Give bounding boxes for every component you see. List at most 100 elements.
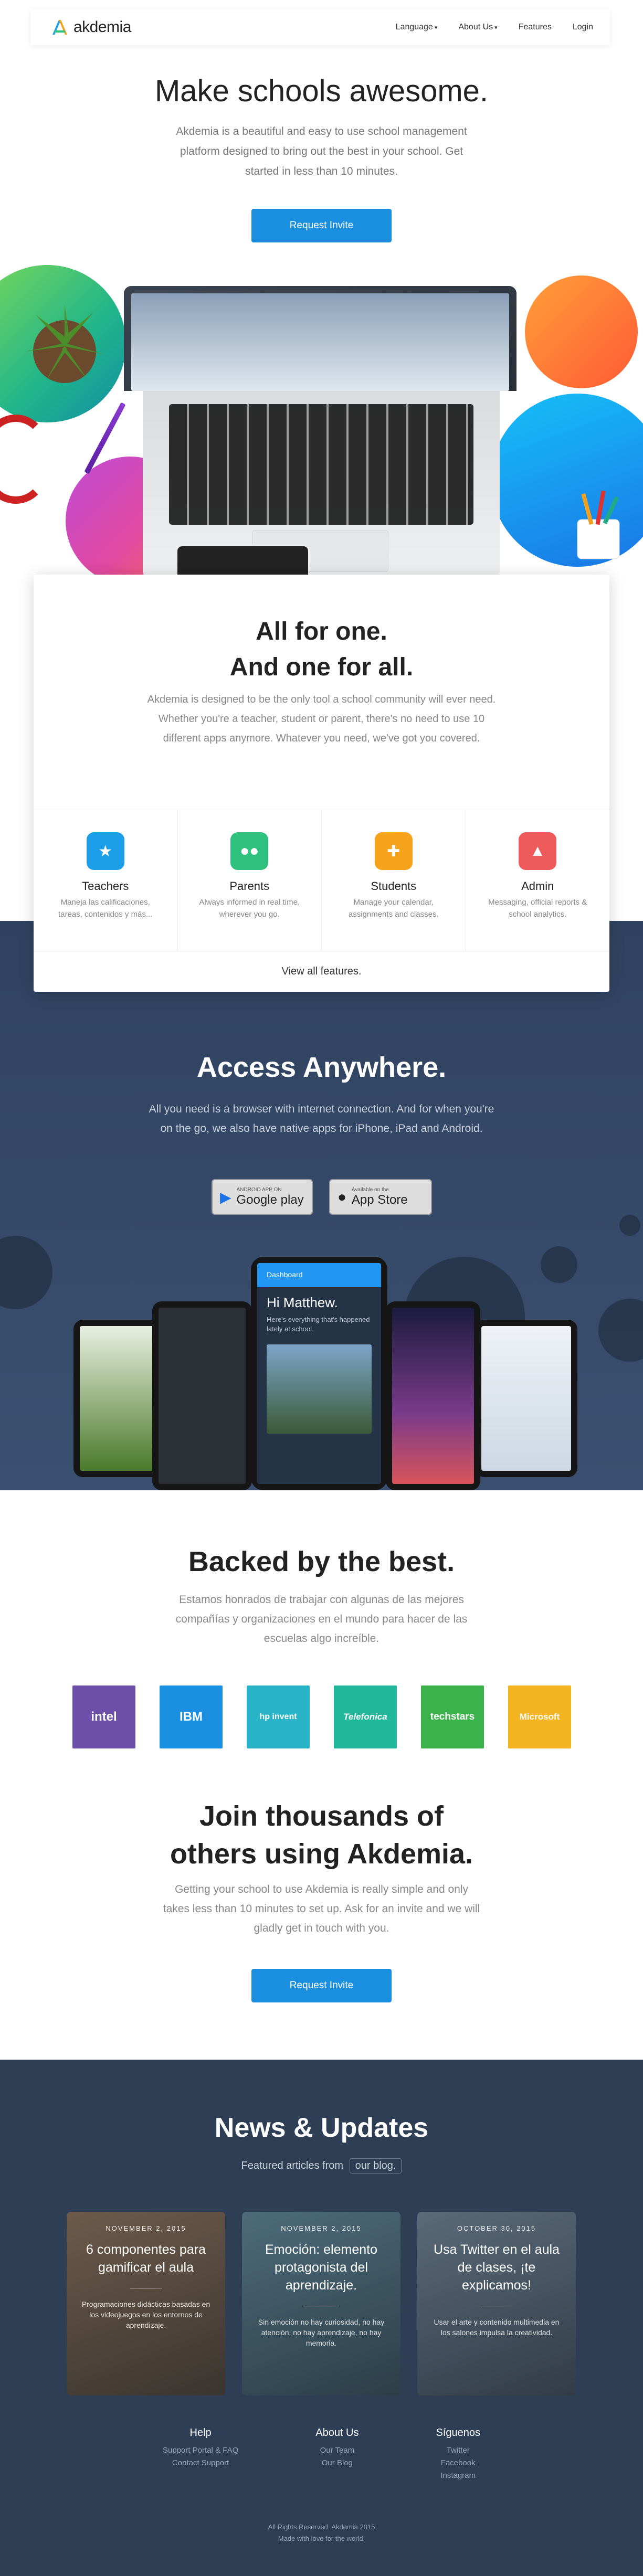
google-play-text: ANDROID APP ON Google play: [237, 1187, 304, 1207]
news-card[interactable]: NOVEMBER 2, 2015 Emoción: elemento prota…: [242, 2212, 400, 2395]
nav-about-us[interactable]: About Us ▾: [458, 23, 497, 32]
request-invite-button[interactable]: Request Invite: [251, 209, 392, 242]
chevron-down-icon: ▾: [494, 25, 498, 31]
footer-col-title: Help: [189, 2427, 212, 2439]
feature-title: Teachers: [82, 879, 129, 893]
microsoft-logo: Microsoft: [508, 1685, 571, 1748]
access-anywhere-section: Access Anywhere. All you need is a brows…: [0, 921, 643, 1490]
nav-login[interactable]: Login: [573, 23, 593, 32]
phone-left-screen: [159, 1308, 246, 1484]
join-line-1: Join thousands of: [199, 1800, 444, 1832]
play-icon: ▶: [220, 1189, 231, 1205]
admin-icon: ▲: [519, 832, 557, 870]
nav-features[interactable]: Features: [519, 23, 552, 32]
laptop-screen-mockup: [124, 286, 516, 391]
brand-logo[interactable]: akdemia: [50, 18, 131, 37]
headphones-icon: [0, 415, 47, 504]
phone-right-screen: [392, 1308, 474, 1484]
backed-subtitle: Estamos honrados de trabajar con algunas…: [175, 1594, 468, 1645]
news-excerpt: Usar el arte y contenido multimedia en l…: [434, 2318, 560, 2337]
footer-link[interactable]: Our Blog: [315, 2457, 359, 2469]
footer-link[interactable]: Contact Support: [163, 2457, 238, 2469]
request-invite-button-2[interactable]: Request Invite: [251, 1969, 392, 2002]
hero-title: Make schools awesome.: [154, 74, 489, 108]
phone-center-mockup: Dashboard Hi Matthew. Here's everything …: [251, 1257, 387, 1490]
footer-social: Síguenos Twitter Facebook Instagram: [436, 2427, 480, 2482]
google-play-big: Google play: [236, 1192, 304, 1207]
backed-title: Backed by the best.: [188, 1546, 455, 1577]
copyright-text: All Rights Reserved, Akdemia 2015: [268, 2523, 375, 2531]
feature-desc: Messaging, official reports & school ana…: [488, 898, 587, 919]
footer-link[interactable]: Facebook: [436, 2457, 480, 2469]
news-headline: Emoción: elemento protagonista del apren…: [265, 2242, 377, 2293]
feature-admin[interactable]: ▲ Admin Messaging, official reports & sc…: [466, 810, 610, 951]
footer-link[interactable]: Instagram: [436, 2469, 480, 2482]
feature-parents[interactable]: ●● Parents Always informed in real time,…: [178, 810, 322, 951]
news-cards: NOVEMBER 2, 2015 6 componentes para gami…: [67, 2212, 576, 2395]
telefonica-logo: Telefonica: [334, 1685, 397, 1748]
title-line-1: All for one.: [256, 618, 387, 645]
ibm-logo: IBM: [160, 1685, 223, 1748]
news-date: NOVEMBER 2, 2015: [281, 2224, 362, 2232]
nav-language[interactable]: Language ▾: [396, 23, 438, 32]
footer-link[interactable]: Support Portal & FAQ: [163, 2444, 238, 2457]
hp-logo: hp invent: [247, 1685, 310, 1748]
footer-link[interactable]: Our Team: [315, 2444, 359, 2457]
footer-columns: Help Support Portal & FAQ Contact Suppor…: [163, 2427, 480, 2482]
app-store-small: Available on the: [351, 1186, 389, 1193]
view-all-features-link[interactable]: View all features.: [34, 951, 609, 992]
news-headline: Usa Twitter en el aula de clases, ¡te ex…: [434, 2242, 560, 2293]
phone-greeting: Hi Matthew.: [267, 1295, 338, 1310]
tablet-right-mockup: [475, 1320, 577, 1477]
app-store-badge[interactable]: ● Available on the App Store: [329, 1179, 432, 1215]
apple-icon: ●: [338, 1189, 346, 1205]
plant-icon: [25, 304, 104, 383]
google-play-small: ANDROID APP ON: [236, 1186, 282, 1193]
app-store-big: App Store: [351, 1192, 408, 1207]
google-play-badge[interactable]: ▶ ANDROID APP ON Google play: [212, 1179, 313, 1215]
footer-link[interactable]: Twitter: [436, 2444, 480, 2457]
decor-dot: [619, 1215, 640, 1236]
news-subtitle-text: Featured articles from: [241, 2160, 344, 2171]
feature-title: Admin: [521, 879, 554, 893]
phone-left-mockup: [152, 1301, 252, 1490]
feature-students[interactable]: ✚ Students Manage your calendar, assignm…: [322, 810, 466, 951]
tablet-right-screen: [481, 1326, 571, 1471]
news-date: NOVEMBER 2, 2015: [106, 2224, 186, 2232]
nav-links: Language ▾ About Us ▾ Features Login: [396, 23, 593, 32]
partner-logos: intel IBM hp invent Telefonica techstars…: [72, 1685, 571, 1748]
students-icon: ✚: [374, 832, 413, 870]
feature-title: Students: [371, 879, 417, 893]
tablet-left-screen: [80, 1326, 162, 1471]
nav-about-label: About Us: [458, 23, 493, 31]
feature-title: Parents: [229, 879, 270, 893]
phone-photo-card: [267, 1344, 372, 1434]
footer-col-title: About Us: [315, 2427, 359, 2439]
feature-desc: Manage your calendar, assignments and cl…: [348, 898, 439, 919]
join-subtitle: Getting your school to use Akdemia is re…: [163, 1883, 480, 1934]
feature-desc: Maneja las calificaciones, tareas, conte…: [58, 898, 153, 919]
made-with-text: Made with love for the world.: [278, 2535, 365, 2542]
news-card[interactable]: OCTOBER 30, 2015 Usa Twitter en el aula …: [417, 2212, 576, 2395]
hero-subtitle: Akdemia is a beautiful and easy to use s…: [176, 125, 467, 177]
phone-header: Dashboard: [267, 1270, 303, 1279]
feature-teachers[interactable]: ★ Teachers Maneja las calificaciones, ta…: [34, 810, 178, 951]
phone-right-mockup: [386, 1301, 480, 1490]
news-section: News & Updates Featured articles from ou…: [0, 2060, 643, 2576]
all-for-one-title: All for one. And one for all.: [34, 614, 609, 685]
parents-icon: ●●: [230, 832, 269, 870]
intel-logo: intel: [72, 1685, 135, 1748]
laptop-dashboard-screenshot: [131, 293, 509, 391]
feature-desc: Always informed in real time, wherever y…: [199, 898, 300, 919]
news-date: OCTOBER 30, 2015: [457, 2224, 536, 2232]
teachers-icon: ★: [86, 832, 124, 870]
access-subtitle: All you need is a browser with internet …: [149, 1103, 494, 1135]
akdemia-logo-icon: [52, 20, 67, 35]
nav-language-label: Language: [395, 23, 433, 31]
pencil-cup-icon: [577, 490, 620, 559]
news-card[interactable]: NOVEMBER 2, 2015 6 componentes para gami…: [67, 2212, 225, 2395]
blog-link[interactable]: our blog.: [349, 2158, 402, 2174]
copyright: All Rights Reserved, Akdemia 2015 Made w…: [0, 2521, 643, 2545]
join-title: Join thousands of others using Akdemia.: [0, 1797, 643, 1873]
footer-col-title: Síguenos: [436, 2427, 480, 2439]
